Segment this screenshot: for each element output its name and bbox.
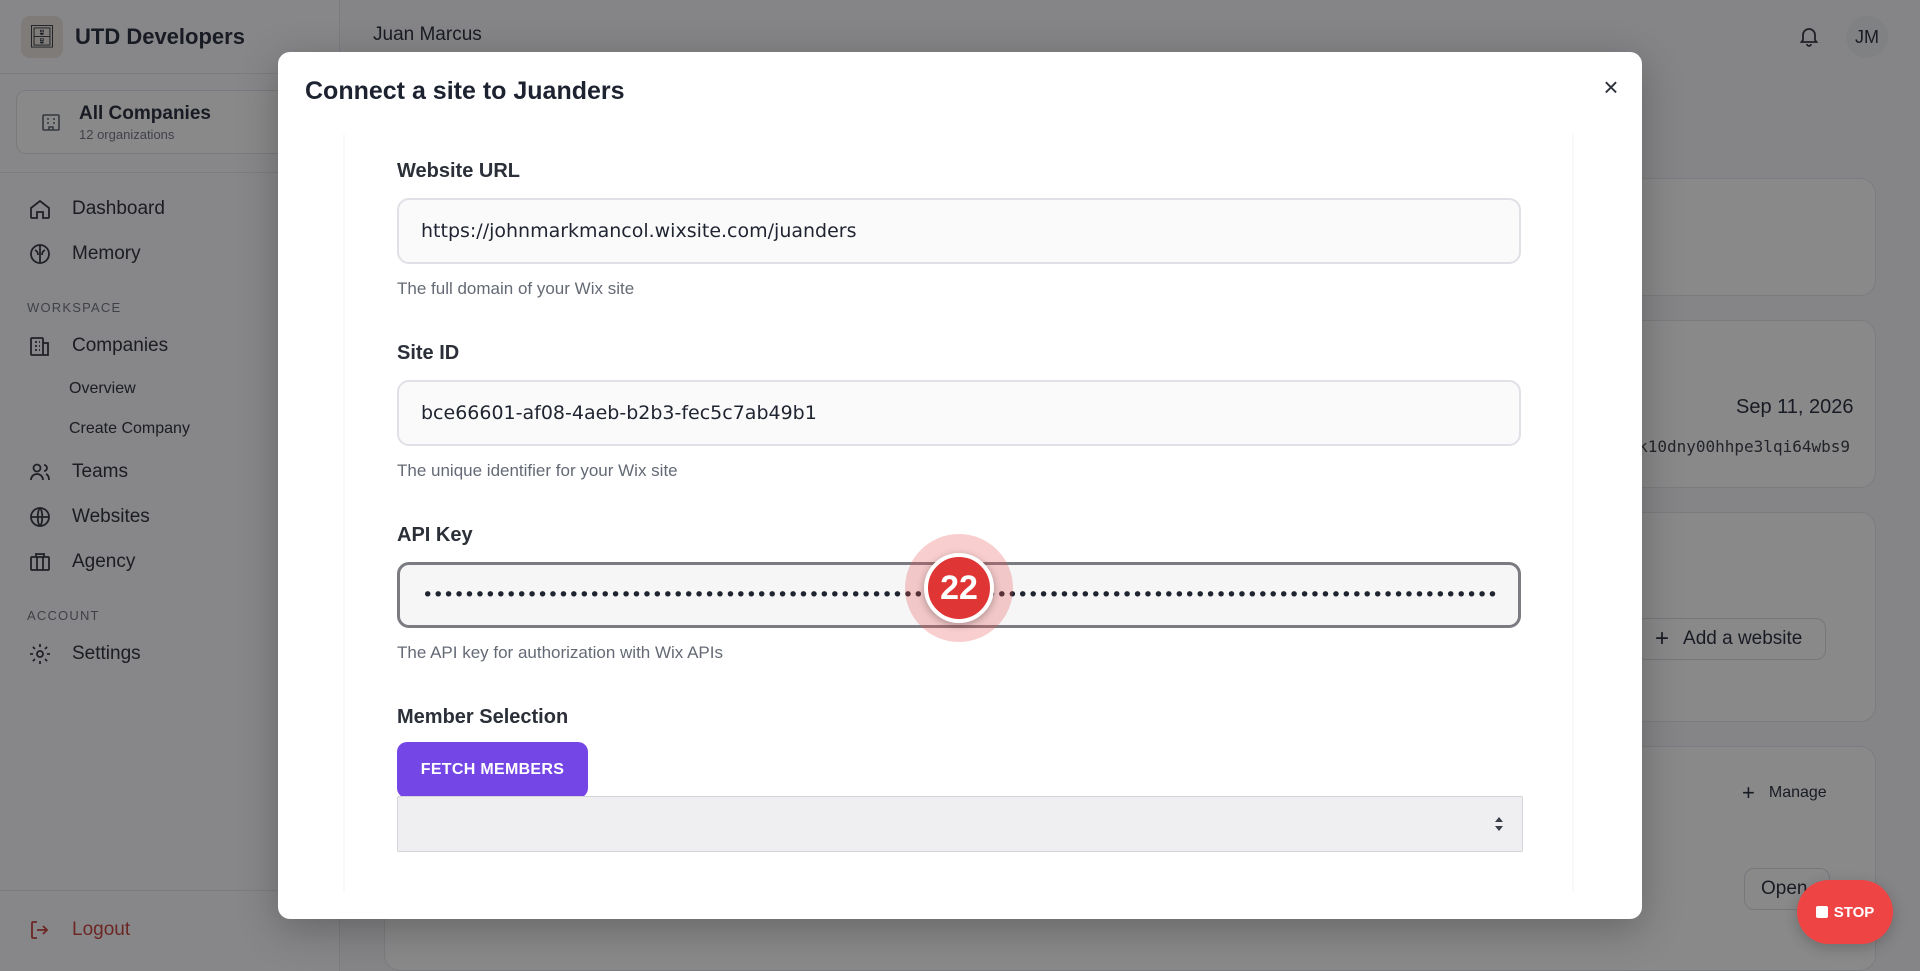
site-id-help: The unique identifier for your Wix site xyxy=(397,461,678,480)
member-select[interactable] xyxy=(397,796,1523,852)
website-url-help: The full domain of your Wix site xyxy=(397,279,635,298)
website-url-input[interactable] xyxy=(397,198,1521,264)
api-key-help: The API key for authorization with Wix A… xyxy=(397,643,723,662)
api-key-label: API Key xyxy=(397,524,473,546)
select-arrows-icon xyxy=(1495,817,1503,831)
form-body: Website URL The full domain of your Wix … xyxy=(345,134,1572,892)
stop-button[interactable]: STOP xyxy=(1797,880,1893,944)
member-selection-label: Member Selection xyxy=(397,706,569,728)
modal-title: Connect a site to Juanders xyxy=(305,77,625,105)
site-id-label: Site ID xyxy=(397,342,460,364)
close-icon[interactable]: × xyxy=(1596,72,1626,102)
stop-icon xyxy=(1815,906,1828,918)
form-scroll-area[interactable]: Website URL The full domain of your Wix … xyxy=(343,134,1574,892)
step-indicator: 22 xyxy=(924,553,994,623)
website-url-label: Website URL xyxy=(397,160,520,182)
connect-site-modal: Connect a site to Juanders × Website URL… xyxy=(278,52,1642,919)
site-id-input[interactable] xyxy=(397,380,1521,446)
fetch-members-button[interactable]: FETCH MEMBERS xyxy=(397,742,588,798)
stop-label: STOP xyxy=(1833,903,1875,921)
